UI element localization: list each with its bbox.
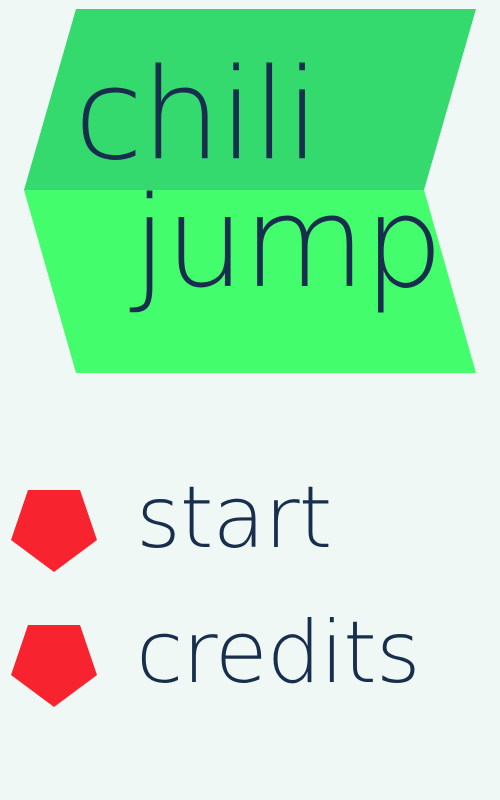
start-button[interactable]: start xyxy=(0,465,500,575)
start-label: start xyxy=(136,468,332,568)
pentagon-icon xyxy=(11,625,97,707)
pentagon-icon xyxy=(11,490,97,572)
game-title-line-1: chili xyxy=(74,41,320,188)
main-menu-screen: chili jump start credits xyxy=(0,0,500,800)
credits-button[interactable]: credits xyxy=(0,600,500,710)
credits-label: credits xyxy=(136,603,421,703)
game-title-line-2: jump xyxy=(132,169,444,316)
